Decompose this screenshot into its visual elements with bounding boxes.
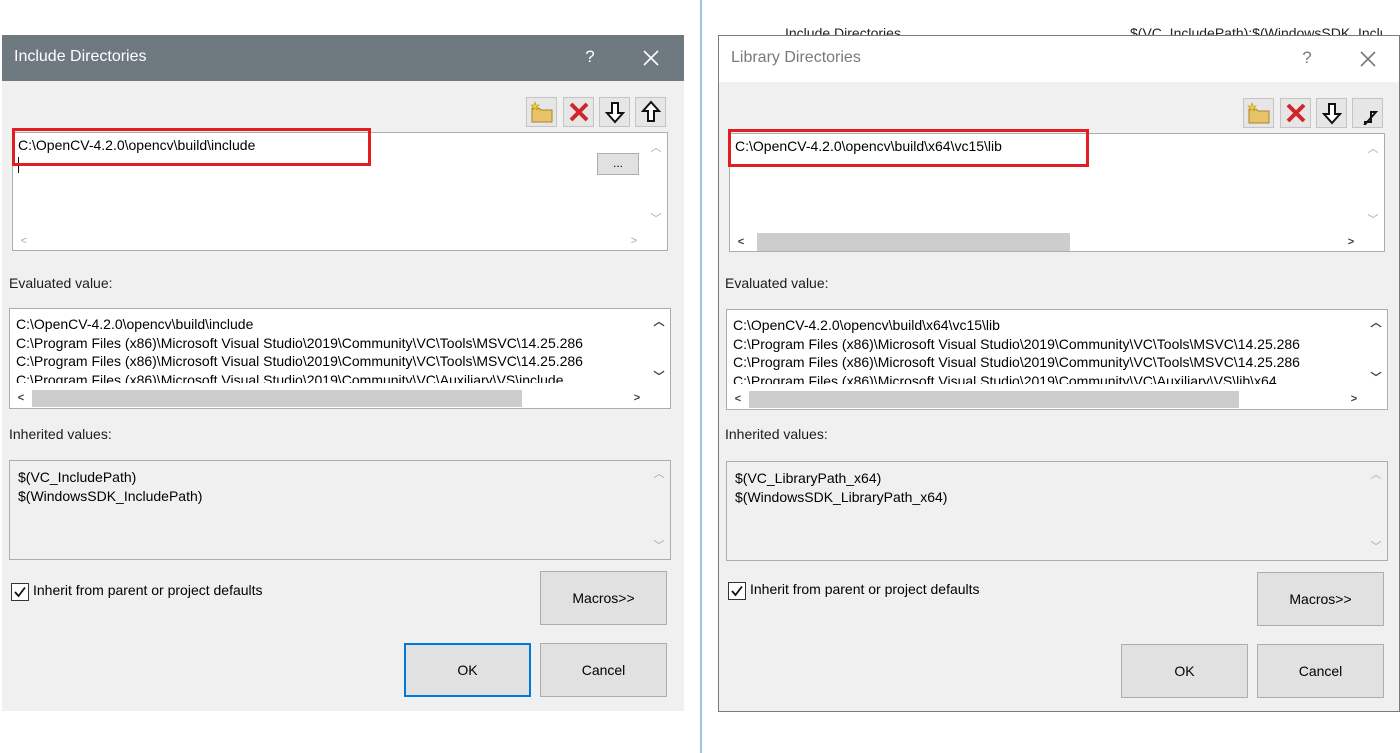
close-button[interactable]: [638, 45, 664, 71]
scroll-thumb[interactable]: [32, 390, 522, 407]
inherited-values-label: Inherited values:: [725, 426, 828, 442]
evaluated-value-label: Evaluated value:: [9, 275, 113, 291]
vertical-scrollbar[interactable]: ︿ ﹀: [648, 309, 670, 388]
horizontal-scrollbar[interactable]: < >: [730, 233, 1362, 251]
move-down-icon: [604, 102, 625, 124]
directory-edit-list[interactable]: C:\OpenCV-4.2.0\opencv\build\x64\vc15\li…: [728, 129, 1385, 252]
scroll-right-arrow[interactable]: >: [627, 234, 641, 248]
horizontal-scrollbar[interactable]: < >: [727, 389, 1365, 409]
scroll-left-arrow[interactable]: <: [14, 391, 28, 405]
titlebar: Library Directories ?: [719, 36, 1399, 82]
evaluated-value-list: C:\OpenCV-4.2.0\opencv\build\x64\vc15\li…: [726, 309, 1388, 410]
delete-line-button[interactable]: [1280, 98, 1311, 128]
checkmark-icon: [731, 585, 743, 597]
scroll-down-arrow[interactable]: ﹀: [652, 370, 666, 384]
scroll-up-arrow: ︿: [1370, 469, 1382, 481]
scroll-left-arrow[interactable]: <: [731, 392, 745, 406]
evaluated-line: C:\Program Files (x86)\Microsoft Visual …: [733, 354, 1300, 370]
evaluated-line: C:\Program Files (x86)\Microsoft Visual …: [733, 335, 1300, 352]
scroll-down-arrow: ﹀: [653, 540, 665, 552]
inherited-values-list: $(VC_LibraryPath_x64) $(WindowsSDK_Libra…: [726, 461, 1388, 561]
move-down-button[interactable]: [1316, 98, 1347, 128]
dialog-title: Library Directories: [731, 49, 861, 66]
scroll-right-arrow[interactable]: >: [1344, 235, 1358, 249]
new-line-folder-icon: [1246, 102, 1269, 124]
delete-icon: [1286, 103, 1305, 123]
inherited-values-label: Inherited values:: [9, 426, 112, 442]
move-up-button[interactable]: [635, 97, 666, 127]
move-up-icon: [640, 100, 661, 122]
move-up-icon: [1362, 111, 1378, 125]
vertical-scrollbar: ︿ ﹀: [1365, 462, 1387, 560]
titlebar: Include Directories ?: [2, 35, 684, 81]
inherit-checkbox-label[interactable]: Inherit from parent or project defaults: [33, 582, 263, 598]
scroll-up-arrow: ︿: [653, 468, 665, 480]
scroll-down-arrow[interactable]: ﹀: [1366, 213, 1380, 227]
macros-button[interactable]: Macros>>: [1257, 572, 1384, 626]
inherited-values-list: $(VC_IncludePath) $(WindowsSDK_IncludePa…: [9, 460, 671, 560]
ok-button[interactable]: OK: [1121, 644, 1248, 698]
help-button[interactable]: ?: [578, 45, 602, 69]
checkmark-icon: [14, 586, 26, 598]
inherit-checkbox[interactable]: [728, 582, 746, 600]
new-line-button[interactable]: [1243, 98, 1274, 128]
include-directories-dialog: Include Directories ? C:\OpenCV-4.2.0\op…: [2, 35, 684, 711]
evaluated-value-label: Evaluated value:: [725, 275, 829, 291]
highlight-box: [728, 129, 1089, 167]
vertical-scrollbar[interactable]: ︿ ﹀: [645, 133, 667, 232]
vertical-scrollbar[interactable]: ︿ ﹀: [1362, 134, 1384, 233]
inherited-line: $(VC_LibraryPath_x64): [735, 470, 882, 486]
evaluated-value-list: C:\OpenCV-4.2.0\opencv\build\include C:\…: [9, 308, 671, 409]
window-divider: [700, 0, 702, 753]
scroll-up-arrow[interactable]: ︿: [652, 315, 666, 329]
delete-line-button[interactable]: [563, 97, 594, 127]
vertical-scrollbar[interactable]: ︿ ﹀: [1365, 310, 1387, 389]
horizontal-scrollbar[interactable]: < >: [13, 232, 645, 250]
evaluated-line: C:\Program Files (x86)\Microsoft Visual …: [733, 372, 1277, 385]
ok-button[interactable]: OK: [404, 643, 531, 697]
scroll-thumb[interactable]: [757, 233, 1070, 251]
close-icon: [1360, 51, 1376, 67]
evaluated-line: C:\Program Files (x86)\Microsoft Visual …: [16, 334, 583, 351]
scroll-left-arrow[interactable]: <: [734, 235, 748, 249]
scroll-down-arrow: ﹀: [1370, 541, 1382, 553]
cancel-button[interactable]: Cancel: [1257, 644, 1384, 698]
inherited-line: $(WindowsSDK_IncludePath): [18, 488, 203, 504]
scroll-right-arrow[interactable]: >: [1347, 392, 1361, 406]
dialog-title: Include Directories: [14, 48, 147, 65]
close-button[interactable]: [1355, 46, 1381, 72]
inherited-line: $(WindowsSDK_LibraryPath_x64): [735, 489, 948, 505]
evaluated-line: C:\OpenCV-4.2.0\opencv\build\x64\vc15\li…: [733, 317, 1000, 333]
scroll-down-arrow[interactable]: ﹀: [649, 212, 663, 226]
evaluated-line: C:\Program Files (x86)\Microsoft Visual …: [16, 371, 564, 384]
close-icon: [643, 50, 659, 66]
inherit-checkbox[interactable]: [11, 583, 29, 601]
scroll-up-arrow[interactable]: ︿: [1369, 316, 1383, 330]
move-down-button[interactable]: [599, 97, 630, 127]
directory-edit-list[interactable]: C:\OpenCV-4.2.0\opencv\build\include ...…: [12, 128, 668, 251]
scroll-up-arrow[interactable]: ︿: [1366, 142, 1380, 156]
inherited-line: $(VC_IncludePath): [18, 469, 137, 485]
vertical-scrollbar: ︿ ﹀: [648, 461, 670, 559]
new-line-folder-icon: [529, 101, 552, 123]
scroll-left-arrow[interactable]: <: [17, 234, 31, 248]
help-button[interactable]: ?: [1295, 46, 1319, 70]
scroll-thumb[interactable]: [749, 391, 1239, 408]
inherit-checkbox-label[interactable]: Inherit from parent or project defaults: [750, 581, 980, 597]
move-down-icon: [1321, 103, 1342, 125]
delete-icon: [569, 102, 588, 122]
macros-button[interactable]: Macros>>: [540, 571, 667, 625]
highlight-box: [12, 128, 371, 166]
horizontal-scrollbar[interactable]: < >: [10, 388, 648, 408]
scroll-up-arrow[interactable]: ︿: [649, 141, 663, 155]
library-directories-dialog: Library Directories ? C:\OpenCV-4.2.0\op…: [718, 35, 1400, 712]
cancel-button[interactable]: Cancel: [540, 643, 667, 697]
scroll-down-arrow[interactable]: ﹀: [1369, 371, 1383, 385]
move-up-button[interactable]: [1352, 98, 1383, 128]
evaluated-line: C:\Program Files (x86)\Microsoft Visual …: [16, 353, 583, 369]
evaluated-line: C:\OpenCV-4.2.0\opencv\build\include: [16, 316, 254, 332]
scroll-right-arrow[interactable]: >: [630, 391, 644, 405]
browse-button[interactable]: ...: [597, 153, 639, 175]
new-line-button[interactable]: [526, 97, 557, 127]
